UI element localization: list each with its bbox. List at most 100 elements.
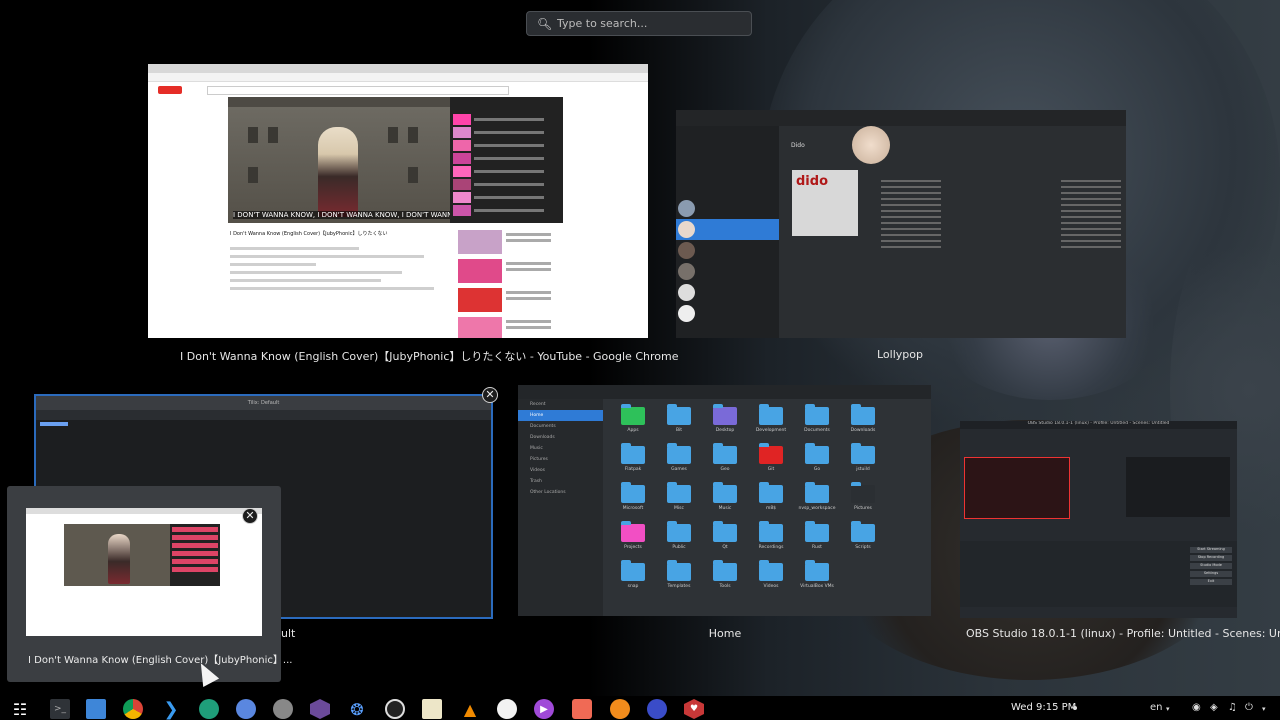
clock[interactable]: Wed 9:15 PM <box>1011 702 1076 713</box>
thumbnail <box>458 288 502 312</box>
sidebar-item[interactable]: Documents <box>518 421 603 432</box>
recommendations <box>458 230 568 338</box>
folder-item[interactable]: snap <box>610 560 656 602</box>
folder-item[interactable]: Templates <box>656 560 702 602</box>
folder-item[interactable]: Documents <box>794 404 840 446</box>
folder-item[interactable]: Tools <box>702 560 748 602</box>
text-line <box>474 157 544 160</box>
close-window-button[interactable]: ✕ <box>482 387 498 403</box>
text-editor-app-icon[interactable] <box>422 699 442 719</box>
sidebar-item[interactable]: Home <box>518 410 603 421</box>
thumbnail <box>453 114 471 125</box>
folder-item[interactable]: Videos <box>748 560 794 602</box>
chrome-window-thumbnail[interactable]: I DON'T WANNA KNOW, I DON'T WANNA KNOW, … <box>148 64 648 338</box>
sidebar-item[interactable]: Pictures <box>518 454 603 465</box>
obs-control-button[interactable]: Settings <box>1190 571 1232 577</box>
obs-control-button[interactable]: Studio Mode <box>1190 563 1232 569</box>
text-line <box>230 247 359 250</box>
avatar <box>678 284 695 301</box>
vlc-app-icon[interactable]: ▲ <box>460 699 480 719</box>
folder-item[interactable]: m8$ <box>748 482 794 524</box>
folder-icon <box>621 404 645 425</box>
sidebar-item[interactable]: Music <box>518 443 603 454</box>
app-icon[interactable] <box>497 699 517 719</box>
folder-item[interactable]: VirtualBox VMs <box>794 560 840 602</box>
folder-item[interactable]: Git <box>748 443 794 485</box>
folder-item[interactable]: Pictures <box>840 482 886 524</box>
folder-item[interactable]: Misc <box>656 482 702 524</box>
sidebar-item[interactable]: Videos <box>518 465 603 476</box>
folder-item[interactable]: Music <box>702 482 748 524</box>
folder-item[interactable]: Flatpak <box>610 443 656 485</box>
folder-item[interactable]: Rust <box>794 521 840 563</box>
folder-item[interactable]: Public <box>656 521 702 563</box>
terminal-app-icon[interactable]: >_ <box>50 699 70 719</box>
artist-photo <box>852 126 890 164</box>
gitkraken-app-icon[interactable] <box>199 699 219 719</box>
window-switcher-popup[interactable]: I Don't Wanna Know (English Cover)【JubyP… <box>7 486 292 682</box>
folder-item[interactable]: jstuild <box>840 443 886 485</box>
folder-item[interactable]: nvsp_workspace <box>794 482 840 524</box>
chevron-down-icon[interactable]: ▾ <box>1262 705 1266 713</box>
app-grid-icon[interactable]: ☷ <box>10 699 30 719</box>
obs-app-icon[interactable] <box>385 699 405 719</box>
folder-item[interactable]: Projects <box>610 521 656 563</box>
folder-item[interactable]: Microsoft <box>610 482 656 524</box>
chrome-app-icon[interactable] <box>123 699 143 719</box>
folder-item[interactable]: Qt <box>702 521 748 563</box>
close-window-button[interactable]: ✕ <box>242 508 258 524</box>
location-icon[interactable]: ◉ <box>1192 702 1201 713</box>
sidebar-item[interactable]: Trash <box>518 476 603 487</box>
power-icon[interactable]: ⏻ <box>1245 702 1253 713</box>
folder-item[interactable]: Downloads <box>840 404 886 446</box>
folder-item[interactable]: Apps <box>610 404 656 446</box>
vscode-app-icon[interactable]: ❯ <box>161 699 181 720</box>
folder-item[interactable]: Scripts <box>840 521 886 563</box>
blender-app-icon[interactable] <box>610 699 630 719</box>
sidebar-item <box>676 150 779 158</box>
folder-icon <box>621 443 645 464</box>
folder-item[interactable]: Recordings <box>748 521 794 563</box>
sidebar-item[interactable]: Downloads <box>518 432 603 443</box>
obs-control-button[interactable]: Start Streaming <box>1190 547 1232 553</box>
overview-search[interactable]: 🔍︎ <box>526 11 752 36</box>
text-block <box>506 259 551 285</box>
title-bar <box>676 110 1126 126</box>
obs-control-button[interactable]: Stop Recording <box>1190 555 1232 561</box>
sidebar-item[interactable]: Other Locations <box>518 487 603 498</box>
media-player-app-icon[interactable]: ▶ <box>534 699 554 719</box>
obs-window-thumbnail[interactable]: OBS Studio 18.0.1-1 (linux) - Profile: U… <box>960 421 1237 618</box>
sidebar-item[interactable]: Recent <box>518 399 603 410</box>
files-window-thumbnail[interactable]: Recent Home Documents Downloads Music Picture… <box>518 385 931 616</box>
screenshot-app-icon[interactable] <box>572 699 592 719</box>
settings-app-icon[interactable] <box>273 699 293 719</box>
app-icon[interactable] <box>647 699 667 719</box>
folder-label: Development <box>755 428 787 433</box>
files-app-icon[interactable] <box>86 699 106 719</box>
lollypop-window-thumbnail[interactable]: Dido dido <box>676 110 1126 338</box>
language-indicator[interactable]: en <box>1150 702 1163 713</box>
table-row <box>881 246 1121 252</box>
browser-app-icon[interactable] <box>236 699 256 719</box>
app-icon[interactable]: ❂ <box>347 699 367 719</box>
folder-item[interactable]: Bit <box>656 404 702 446</box>
folder-icon <box>805 443 829 464</box>
folder-item[interactable]: Geo <box>702 443 748 485</box>
folder-icon <box>759 521 783 542</box>
search-input[interactable] <box>557 17 737 30</box>
volume-icon[interactable]: ♫ <box>1228 702 1237 713</box>
thumbnail <box>453 205 471 216</box>
folder-item[interactable]: Go <box>794 443 840 485</box>
list-item <box>458 317 568 338</box>
obs-control-button[interactable]: Exit <box>1190 579 1232 585</box>
video-description <box>230 242 445 295</box>
artist-item <box>676 303 779 324</box>
folder-item[interactable]: Desktop <box>702 404 748 446</box>
folder-item[interactable]: Games <box>656 443 702 485</box>
music-sidebar <box>676 126 779 338</box>
folder-item[interactable]: Development <box>748 404 794 446</box>
folder-label: Rust <box>812 545 822 550</box>
switcher-caption: I Don't Wanna Know (English Cover)【JubyP… <box>28 655 293 666</box>
network-icon[interactable]: ◈ <box>1210 702 1218 713</box>
chevron-down-icon[interactable]: ▾ <box>1166 705 1170 713</box>
